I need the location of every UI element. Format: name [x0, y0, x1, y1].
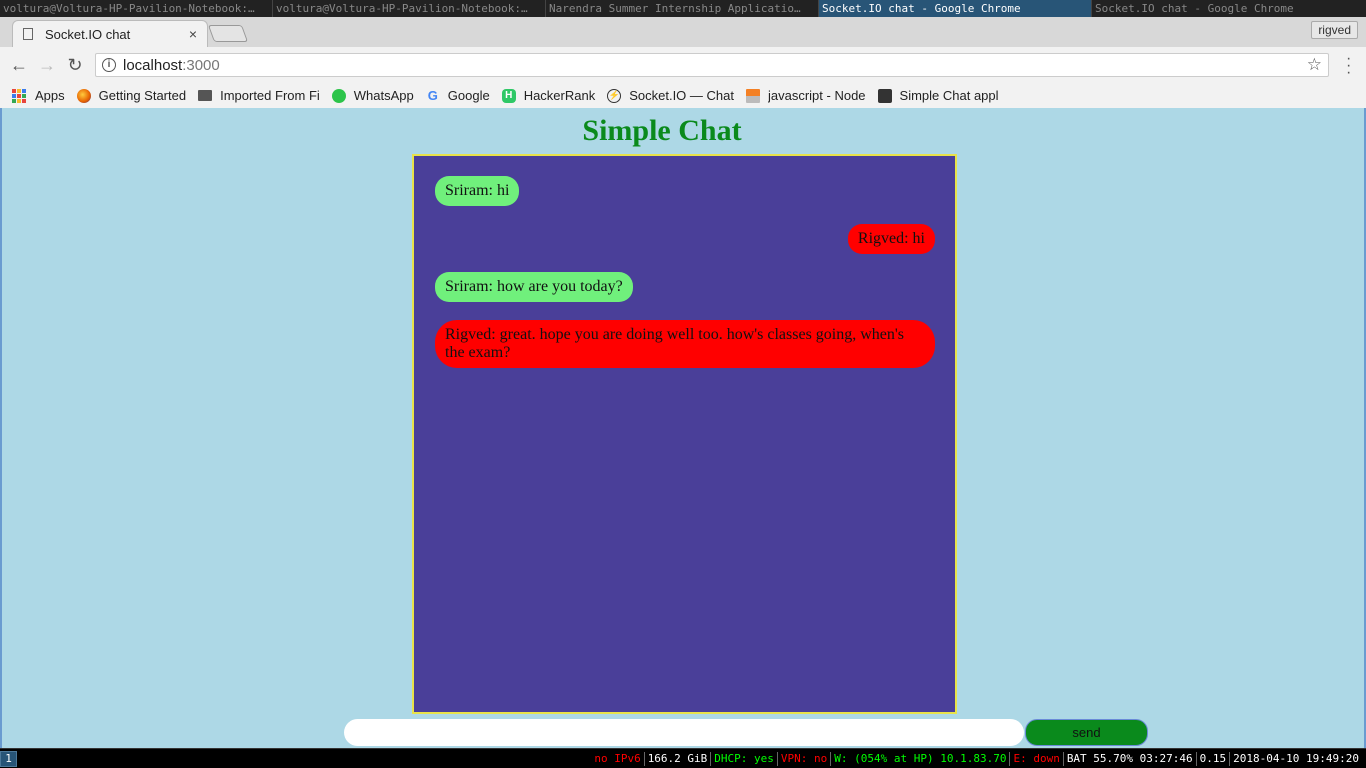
hackerrank-icon: H [501, 88, 516, 103]
apps-grid-icon [12, 88, 26, 103]
wm-window-tab[interactable]: Narendra Summer Internship Applicatio… [546, 0, 819, 17]
page-icon [23, 28, 33, 40]
page-icon [877, 88, 892, 103]
reload-icon[interactable]: ↻ [64, 54, 86, 76]
status-items: no IPv6 166.2 GiB DHCP: yes VPN: no W: (… [591, 752, 1362, 766]
chat-message-right: Rigved: great. hope you are doing well t… [435, 320, 935, 368]
bookmark-label: Simple Chat appl [899, 88, 999, 103]
bookmark-imported-folder[interactable]: Imported From Fi [198, 88, 320, 103]
status-disk: 166.2 GiB [645, 752, 712, 766]
status-load: 0.15 [1197, 752, 1231, 766]
stackoverflow-icon [745, 88, 760, 103]
wm-window-tab[interactable]: voltura@Voltura-HP-Pavilion-Notebook:… [0, 0, 273, 17]
socketio-icon: ⚡ [607, 88, 622, 103]
bookmark-label: WhatsApp [353, 88, 414, 103]
firefox-icon [76, 88, 91, 103]
address-port: :3000 [182, 56, 220, 74]
status-ipv6: no IPv6 [591, 752, 645, 766]
window-manager-bar: voltura@Voltura-HP-Pavilion-Notebook:… v… [0, 0, 1366, 17]
status-datetime: 2018-04-10 19:49:20 [1233, 752, 1359, 765]
bookmark-label: Google [447, 88, 490, 103]
tab-title: Socket.IO chat [45, 26, 131, 42]
bookmark-apps[interactable]: Apps [12, 88, 65, 103]
address-host: localhost [123, 56, 183, 74]
whatsapp-icon [331, 88, 346, 103]
status-battery: BAT 55.70% 03:27:46 [1064, 752, 1197, 766]
profile-button[interactable]: rigved [1311, 21, 1358, 39]
page-content: Simple Chat Sriram: hi Rigved: hi Sriram… [0, 108, 1366, 748]
back-arrow-icon[interactable]: ← [8, 54, 30, 76]
menu-dots-icon[interactable]: · · · [1346, 51, 1352, 81]
bookmark-whatsapp[interactable]: WhatsApp [331, 88, 414, 103]
bookmark-label: HackerRank [523, 88, 596, 103]
bookmark-label: Socket.IO — Chat [629, 88, 734, 103]
browser-tab-active[interactable]: Socket.IO chat × [12, 20, 208, 47]
bookmarks-bar: Apps Getting Started Imported From Fi Wh… [0, 83, 1366, 108]
browser-toolbar: ← → ↻ i localhost:3000 ☆ · · · [0, 47, 1366, 83]
forward-arrow-icon[interactable]: → [36, 54, 58, 76]
status-bar: 1 no IPv6 166.2 GiB DHCP: yes VPN: no W:… [0, 748, 1366, 768]
bookmark-google[interactable]: G Google [426, 88, 490, 103]
status-wifi: W: (054% at HP) 10.1.83.70 [831, 752, 1011, 766]
bookmark-simple-chat[interactable]: Simple Chat appl [877, 88, 999, 103]
google-icon: G [427, 87, 438, 103]
tab-strip: Socket.IO chat × rigved [0, 17, 1366, 47]
chat-box: Sriram: hi Rigved: hi Sriram: how are yo… [412, 154, 957, 714]
bookmark-label: Imported From Fi [220, 88, 320, 103]
workspace-button[interactable]: 1 [0, 751, 17, 767]
status-ethernet: E: down [1010, 752, 1064, 766]
bookmark-label: javascript - Node [767, 88, 866, 103]
chat-message-left: Sriram: how are you today? [435, 272, 633, 302]
bookmark-javascript-node[interactable]: javascript - Node [745, 88, 866, 103]
status-vpn: VPN: no [778, 752, 832, 766]
bookmark-star-icon[interactable]: ☆ [1307, 55, 1322, 75]
message-input[interactable] [344, 719, 1024, 746]
browser-chrome: Socket.IO chat × rigved ← → ↻ i localhos… [0, 17, 1366, 108]
bookmark-label: Getting Started [98, 88, 187, 103]
send-button[interactable]: send [1025, 719, 1148, 746]
status-dhcp: DHCP: yes [711, 752, 778, 766]
chat-message-right: Rigved: hi [847, 224, 935, 254]
folder-icon [198, 90, 213, 101]
bookmark-label: Apps [35, 88, 65, 103]
bookmark-getting-started[interactable]: Getting Started [76, 88, 187, 103]
info-icon[interactable]: i [102, 58, 116, 72]
chat-message-left: Sriram: hi [435, 176, 520, 206]
address-bar[interactable]: i localhost:3000 ☆ [95, 53, 1329, 77]
wm-window-tab-active[interactable]: Socket.IO chat - Google Chrome [819, 0, 1092, 17]
bookmark-hackerrank[interactable]: H HackerRank [501, 88, 596, 103]
bookmark-socketio-chat[interactable]: ⚡ Socket.IO — Chat [607, 88, 734, 103]
wm-window-tab[interactable]: voltura@Voltura-HP-Pavilion-Notebook:… [273, 0, 546, 17]
wm-window-tab[interactable]: Socket.IO chat - Google Chrome [1092, 0, 1366, 17]
page-title: Simple Chat [582, 114, 742, 147]
close-tab-icon[interactable]: × [189, 26, 197, 42]
new-tab-button[interactable] [207, 25, 249, 42]
